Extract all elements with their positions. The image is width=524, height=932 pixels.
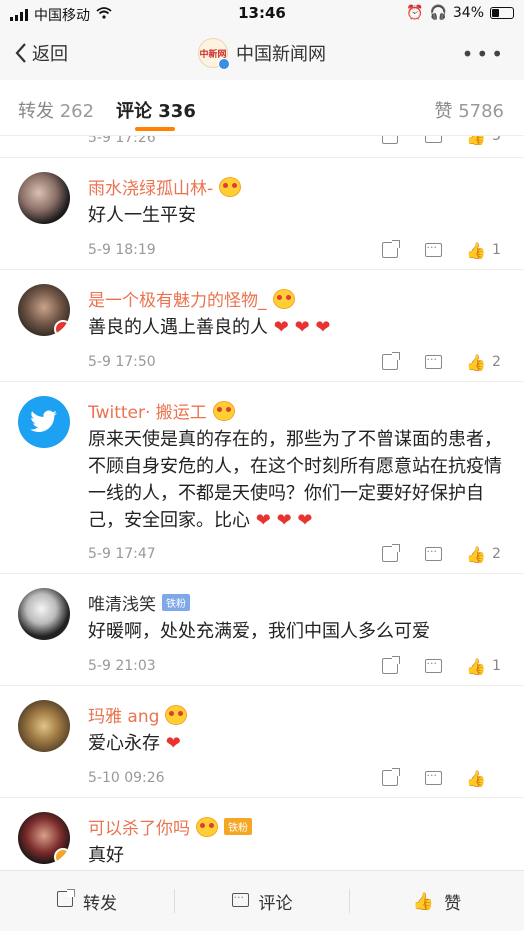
fan-level-badge: 铁粉 [224, 818, 252, 835]
comment-button[interactable]: 评论 [175, 871, 349, 932]
comment-time: 5-9 21:03 [88, 658, 156, 674]
avatar[interactable] [18, 284, 70, 336]
more-icon[interactable]: ••• [462, 42, 506, 66]
commenter-name[interactable]: 可以杀了你吗 铁粉 [88, 814, 252, 839]
tab-bar: 转发 262 评论 336 赞 5786 [0, 80, 524, 136]
comment-icon[interactable] [423, 766, 443, 788]
bottom-action-bar: 转发 评论 👍 赞 [0, 870, 524, 931]
tab-comment[interactable]: 评论 336 [116, 97, 196, 123]
active-tab-indicator [135, 127, 175, 131]
comment-time: 5-10 09:26 [88, 770, 165, 786]
like-icon[interactable]: 👍 [466, 136, 486, 146]
comment-text: 爱心永存 ❤ [88, 733, 181, 754]
nav-title[interactable]: 中新网 中国新闻网 [0, 38, 524, 70]
like-icon[interactable]: 👍 [466, 240, 486, 260]
comment-text: 好人一生平安 [88, 205, 196, 226]
comment-icon[interactable] [423, 238, 443, 260]
heart-icon: ❤ [276, 510, 292, 531]
commenter-name[interactable]: 是一个极有魅力的怪物_ [88, 286, 295, 311]
repost-icon[interactable] [380, 352, 400, 372]
comment-list[interactable]: 5-9 17:26 👍3 雨水浇绿孤山林- 好人一生平安 5-9 18:19 👍… [0, 136, 524, 870]
avatar[interactable] [18, 812, 70, 864]
comment-time: 5-9 17:47 [88, 546, 156, 562]
twitter-bird-icon [30, 410, 57, 432]
heart-icon: ❤ [165, 733, 181, 754]
repost-icon[interactable] [380, 544, 400, 564]
avatar[interactable] [18, 172, 70, 224]
like-icon[interactable]: 👍 [466, 768, 486, 788]
comment-time: 5-9 17:50 [88, 354, 156, 370]
like-icon[interactable]: 👍 [466, 352, 486, 372]
repost-button[interactable]: 转发 [0, 871, 174, 932]
battery-icon [490, 7, 514, 19]
comment-item: 唯清浅笑铁粉 好暖啊，处处充满爱，我们中国人多么可爱 5-9 21:03 👍1 [0, 574, 524, 686]
comment-text: 好暖啊，处处充满爱，我们中国人多么可爱 [88, 621, 430, 642]
commenter-name[interactable]: 唯清浅笑 铁粉 [88, 590, 190, 615]
comment-text: 真好 [88, 845, 124, 866]
tab-repost[interactable]: 转发 262 [18, 97, 94, 123]
commenter-name[interactable]: 玛雅 ang [88, 702, 188, 727]
repost-icon[interactable] [380, 656, 400, 676]
verified-badge-icon [54, 848, 70, 864]
heart-icon: ❤ [273, 317, 289, 338]
fan-badge-icon [165, 704, 188, 725]
fan-badge-icon [196, 816, 218, 837]
like-icon[interactable]: 👍 [466, 544, 486, 564]
comment-icon[interactable] [423, 136, 443, 146]
comment-time: 5-9 18:19 [88, 242, 156, 258]
alarm-icon: ⏰ [406, 5, 424, 21]
fan-badge-icon [219, 176, 242, 197]
comment-item: 玛雅 ang 爱心永存 ❤ 5-10 09:26 👍 [0, 686, 524, 798]
fan-level-badge: 铁粉 [162, 594, 190, 611]
repost-icon[interactable] [380, 136, 400, 146]
avatar[interactable] [18, 396, 70, 448]
like-button[interactable]: 👍 赞 [350, 871, 524, 932]
comment-text: 善良的人遇上善良的人 ❤ ❤ ❤ [88, 317, 331, 338]
battery-percent: 34% [452, 5, 484, 21]
comment-text: 原来天使是真的存在的，那些为了不曾谋面的患者，不顾自身安危的人，在这个时刻所有愿… [88, 429, 502, 531]
fan-badge-icon [272, 288, 295, 309]
tab-like[interactable]: 赞 5786 [434, 97, 504, 123]
nav-bar: 返回 中新网 中国新闻网 ••• [0, 28, 524, 80]
previous-comment-tail: 5-9 17:26 👍3 [0, 136, 524, 158]
repost-icon [57, 889, 75, 912]
headphone-icon: 🎧 [429, 5, 447, 21]
heart-icon: ❤ [297, 510, 313, 531]
verified-icon [218, 58, 230, 70]
heart-icon: ❤ [294, 317, 310, 338]
comment-icon[interactable] [423, 654, 443, 676]
commenter-name[interactable]: 雨水浇绿孤山林- [88, 174, 242, 199]
avatar[interactable] [18, 700, 70, 752]
commenter-name[interactable]: Twitter· 搬运工 [88, 398, 235, 423]
heart-icon: ❤ [315, 317, 331, 338]
comment-item: 是一个极有魅力的怪物_ 善良的人遇上善良的人 ❤ ❤ ❤ 5-9 17:50 👍… [0, 270, 524, 382]
comment-icon [231, 888, 249, 912]
comment-icon[interactable] [423, 542, 443, 564]
avatar[interactable] [18, 588, 70, 640]
repost-icon[interactable] [380, 240, 400, 260]
fan-badge-icon [212, 400, 235, 421]
account-logo: 中新网 [198, 38, 230, 70]
member-badge-icon [54, 320, 70, 336]
account-title: 中国新闻网 [236, 44, 326, 65]
comment-item: 雨水浇绿孤山林- 好人一生平安 5-9 18:19 👍1 [0, 158, 524, 270]
heart-icon: ❤ [255, 510, 271, 531]
comment-icon[interactable] [423, 350, 443, 372]
status-bar: 中国移动 13:46 ⏰ 🎧 34% [0, 0, 524, 28]
like-icon: 👍 [412, 891, 435, 912]
repost-icon[interactable] [380, 768, 400, 788]
comment-item: Twitter· 搬运工 原来天使是真的存在的，那些为了不曾谋面的患者，不顾自身… [0, 382, 524, 574]
like-icon[interactable]: 👍 [466, 656, 486, 676]
comment-item: 可以杀了你吗 铁粉 真好 [0, 798, 524, 870]
